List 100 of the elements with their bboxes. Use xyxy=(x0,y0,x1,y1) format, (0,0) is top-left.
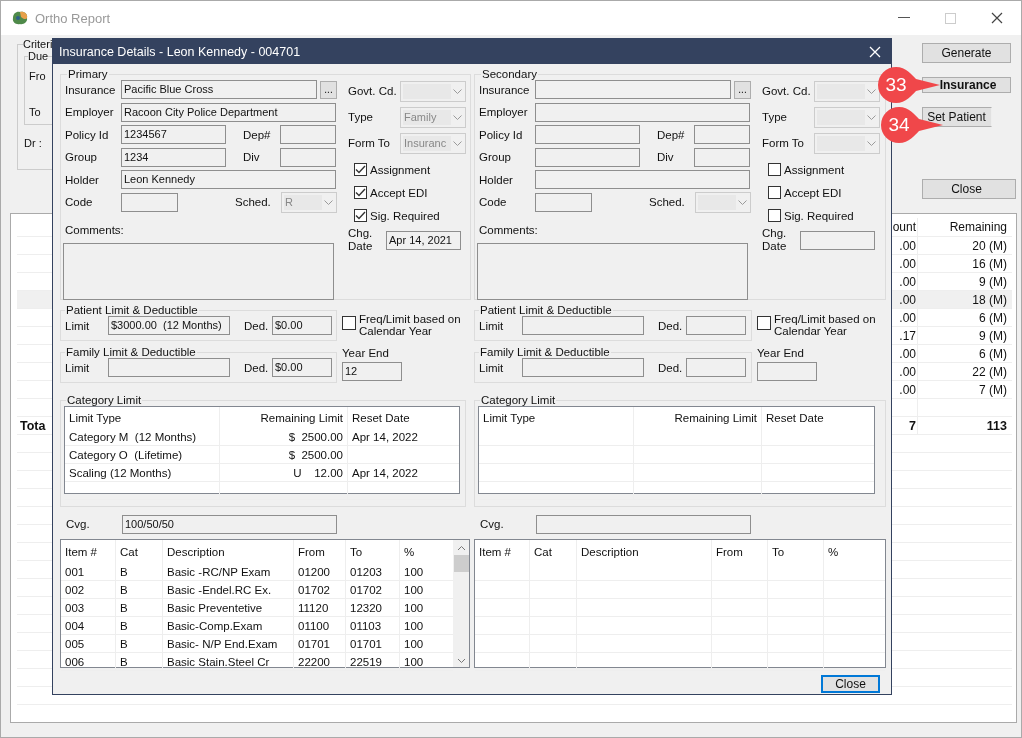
checkbox[interactable] xyxy=(342,316,356,330)
field-label: Limit xyxy=(479,361,505,374)
text-field[interactable] xyxy=(536,514,751,534)
field-label: Ded. xyxy=(658,319,683,332)
checkbox[interactable] xyxy=(354,186,367,199)
table-cell: 01200 xyxy=(294,563,346,580)
field-label: Insurance xyxy=(65,83,117,96)
table-cell: 005 xyxy=(61,635,116,652)
column-header[interactable]: To xyxy=(346,540,400,563)
minimize-icon[interactable] xyxy=(898,17,910,19)
text-field[interactable] xyxy=(522,316,644,335)
column-header[interactable]: Description xyxy=(577,540,712,563)
close-button[interactable]: Close xyxy=(821,675,880,693)
text-field[interactable] xyxy=(280,125,336,144)
checkbox[interactable] xyxy=(757,316,771,330)
maximize-icon[interactable] xyxy=(945,12,956,24)
table-cell: 004 xyxy=(61,617,116,634)
text-field[interactable]: $0.00 xyxy=(272,358,332,377)
checkbox-label: Sig. Required xyxy=(784,209,854,222)
table-cell: U 12.00 xyxy=(220,464,348,481)
field-label: Sched. xyxy=(235,196,271,208)
text-field[interactable]: Pacific Blue Cross xyxy=(121,80,317,99)
text-field[interactable] xyxy=(535,192,592,212)
text-field[interactable] xyxy=(535,125,640,144)
scrollbar[interactable] xyxy=(453,540,469,667)
table-cell-text: 6 (M) xyxy=(978,309,1008,326)
text-field[interactable] xyxy=(694,147,750,167)
table-cell: B xyxy=(116,599,163,616)
column-header[interactable]: Reset Date xyxy=(348,407,459,428)
browse-button[interactable]: ... xyxy=(734,80,751,99)
checkbox[interactable] xyxy=(354,163,367,176)
group-caption: Category Limit xyxy=(480,394,557,406)
table-cell: Basic Stain.Steel Cr xyxy=(163,653,294,670)
table-cell: Basic Preventetive xyxy=(163,599,294,616)
text-field[interactable]: 100/50/50 xyxy=(122,514,337,534)
comments-field[interactable] xyxy=(63,243,334,300)
column-header[interactable]: Cat xyxy=(116,540,163,563)
column-header[interactable]: Limit Type xyxy=(479,407,634,428)
text-field[interactable]: Apr 14, 2021 xyxy=(386,230,461,250)
table-cell-text: 9 (M) xyxy=(978,273,1008,290)
text-field[interactable]: $3000.00 (12 Months) xyxy=(108,316,230,335)
column-header[interactable]: Description xyxy=(163,540,294,563)
column-header[interactable]: To xyxy=(768,540,824,563)
text-field[interactable] xyxy=(757,362,817,381)
text-field[interactable]: Leon Kennedy xyxy=(121,170,336,189)
text-field[interactable]: 1234 xyxy=(121,147,226,167)
table-cell: Category M (12 Months) xyxy=(65,428,220,445)
checkbox[interactable] xyxy=(768,209,781,222)
field-label: Comments: xyxy=(65,224,124,236)
checkbox-label: Assignment xyxy=(784,163,845,176)
scroll-down-icon[interactable] xyxy=(456,658,466,664)
column-header[interactable]: From xyxy=(712,540,768,563)
text-field[interactable] xyxy=(121,192,178,212)
text-field[interactable] xyxy=(535,102,750,122)
column-header[interactable]: Limit Type xyxy=(65,407,220,428)
close-icon[interactable] xyxy=(991,12,1003,24)
text-field[interactable]: Racoon City Police Department xyxy=(121,102,336,122)
column-header[interactable]: From xyxy=(294,540,346,563)
action-button[interactable]: Set Patient xyxy=(922,107,992,127)
dropdown[interactable] xyxy=(814,80,880,102)
text-field[interactable]: $0.00 xyxy=(272,316,332,335)
checkbox[interactable] xyxy=(768,163,781,176)
text-field[interactable] xyxy=(694,125,750,144)
scroll-thumb[interactable] xyxy=(453,555,469,572)
text-field[interactable] xyxy=(800,230,875,250)
checkbox-label: Sig. Required xyxy=(370,209,440,222)
group-caption: Family Limit & Deductible xyxy=(65,346,197,358)
field-label: Group xyxy=(479,151,512,163)
text-field[interactable] xyxy=(522,358,644,377)
column-header[interactable]: % xyxy=(400,540,453,563)
column-header[interactable]: Item # xyxy=(61,540,116,563)
total-label: Tota xyxy=(20,418,46,433)
action-button[interactable]: Insurance xyxy=(922,77,1011,93)
column-header[interactable]: % xyxy=(824,540,885,563)
text-field[interactable] xyxy=(280,147,336,167)
checkbox-label: Assignment xyxy=(370,163,431,176)
text-field[interactable]: 1234567 xyxy=(121,125,226,144)
column-header[interactable]: Cat xyxy=(530,540,577,563)
column-header[interactable]: Remaining Limit xyxy=(634,407,762,428)
field-label: Type xyxy=(762,111,788,123)
text-field[interactable] xyxy=(535,170,750,189)
text-field[interactable]: 12 xyxy=(342,362,402,381)
text-field[interactable] xyxy=(108,358,230,377)
comments-field[interactable] xyxy=(477,243,748,300)
text-field[interactable] xyxy=(535,80,731,99)
text-field[interactable] xyxy=(686,358,746,377)
checkbox[interactable] xyxy=(354,209,367,222)
column-header[interactable]: Remaining xyxy=(918,218,1012,236)
group-caption: Secondary xyxy=(481,68,538,80)
text-field[interactable] xyxy=(686,316,746,335)
table-cell-text: 6 (M) xyxy=(978,345,1008,362)
group-caption: Category Limit xyxy=(66,394,143,406)
column-header[interactable]: Item # xyxy=(475,540,530,563)
column-header[interactable]: Remaining Limit xyxy=(220,407,348,428)
text-field[interactable] xyxy=(535,147,640,167)
browse-button[interactable]: ... xyxy=(320,80,337,99)
action-button[interactable]: Close xyxy=(922,179,1016,199)
action-button[interactable]: Generate xyxy=(922,43,1011,63)
scroll-up-icon[interactable] xyxy=(456,545,466,551)
checkbox[interactable] xyxy=(768,186,781,199)
